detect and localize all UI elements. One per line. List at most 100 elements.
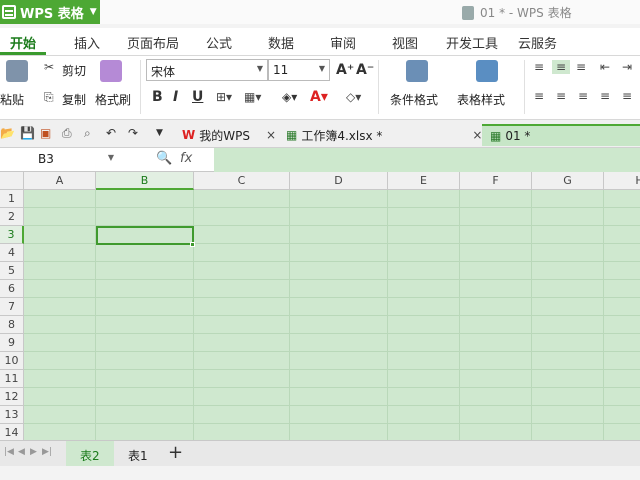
add-sheet-button[interactable]: + <box>168 442 183 463</box>
column-header-c[interactable]: C <box>194 172 290 190</box>
gridline <box>24 351 640 352</box>
cut-button[interactable]: 剪切 <box>62 62 86 79</box>
tab-formulas[interactable]: 公式 <box>206 33 232 52</box>
row-header-5[interactable]: 5 <box>0 262 24 280</box>
font-name-select[interactable]: 宋体 ▼ <box>146 59 268 81</box>
doc-tab-my-wps[interactable]: W 我的WPS × <box>182 124 276 146</box>
print-icon[interactable]: ⎙ <box>62 126 72 141</box>
row-header-1[interactable]: 1 <box>0 190 24 208</box>
save-icon[interactable]: 💾 <box>20 126 35 140</box>
app-name: WPS 表格 <box>20 6 84 22</box>
sheet-tab-bar: |◀ ◀ ▶ ▶| 表2 表1 + <box>0 440 640 467</box>
justify-icon[interactable]: ≡ <box>600 89 610 103</box>
row-header-7[interactable]: 7 <box>0 298 24 316</box>
fill-color-icon[interactable]: ◈▾ <box>282 90 297 104</box>
last-sheet-icon[interactable]: ▶| <box>42 447 52 457</box>
spreadsheet-grid[interactable]: A B C D E F G H 1 2 3 4 5 6 7 8 9 10 11 … <box>0 172 640 440</box>
conditional-format-icon[interactable] <box>406 60 428 82</box>
app-menu-button[interactable]: WPS 表格 ▼ <box>0 0 100 24</box>
indent-decrease-icon[interactable]: ⇤ <box>600 60 610 74</box>
row-header-10[interactable]: 10 <box>0 352 24 370</box>
clear-format-icon[interactable]: ◇▾ <box>346 90 361 104</box>
conditional-format-button[interactable]: 条件格式 <box>390 91 438 108</box>
tab-developer[interactable]: 开发工具 <box>446 33 498 52</box>
align-middle-icon[interactable]: ≡ <box>552 60 571 74</box>
row-header-14[interactable]: 14 <box>0 424 24 440</box>
row-header-3[interactable]: 3 <box>0 226 24 244</box>
customize-qat-icon[interactable]: ▼ <box>156 128 163 138</box>
sheet-tab-active[interactable]: 表2 <box>66 441 114 467</box>
ribbon-divider <box>524 60 525 114</box>
tab-cloud[interactable]: 云服务 <box>518 33 557 52</box>
font-color-icon[interactable]: A▾ <box>310 89 328 105</box>
name-box[interactable]: B3 ▼ <box>0 150 118 170</box>
sheet-tab[interactable]: 表1 <box>114 441 162 467</box>
column-header-h[interactable]: H <box>604 172 640 190</box>
fill-pattern-icon[interactable]: ▦▾ <box>244 90 261 104</box>
redo-icon[interactable]: ↷ <box>128 126 138 140</box>
indent-increase-icon[interactable]: ⇥ <box>622 60 632 74</box>
open-folder-icon[interactable]: 📂 <box>0 126 15 140</box>
column-header-e[interactable]: E <box>388 172 460 190</box>
format-painter-icon[interactable] <box>100 60 122 82</box>
tab-data[interactable]: 数据 <box>268 33 294 52</box>
grow-font-icon[interactable]: A⁺ <box>336 62 354 78</box>
row-header-4[interactable]: 4 <box>0 244 24 262</box>
shrink-font-icon[interactable]: A⁻ <box>356 62 374 78</box>
column-header-d[interactable]: D <box>290 172 388 190</box>
fill-handle[interactable] <box>190 242 195 247</box>
align-top-icon[interactable]: ≡ <box>534 60 544 74</box>
selected-cell[interactable] <box>96 226 194 245</box>
row-header-2[interactable]: 2 <box>0 208 24 226</box>
row-header-6[interactable]: 6 <box>0 280 24 298</box>
row-header-8[interactable]: 8 <box>0 316 24 334</box>
column-header-f[interactable]: F <box>460 172 532 190</box>
format-painter-button[interactable]: 格式刷 <box>95 91 131 108</box>
copy-button[interactable]: 复制 <box>62 91 86 108</box>
column-header-b[interactable]: B <box>96 172 194 190</box>
table-style-icon[interactable] <box>476 60 498 82</box>
tab-view[interactable]: 视图 <box>392 33 418 52</box>
print-preview-icon[interactable]: ⌕ <box>84 126 91 141</box>
tab-page-layout[interactable]: 页面布局 <box>127 33 179 52</box>
tab-review[interactable]: 审阅 <box>330 33 356 52</box>
tab-home[interactable]: 开始 <box>10 33 36 52</box>
table-style-button[interactable]: 表格样式 <box>457 91 505 108</box>
first-sheet-icon[interactable]: |◀ <box>4 447 14 457</box>
italic-button[interactable]: I <box>173 89 178 105</box>
row-header-12[interactable]: 12 <box>0 388 24 406</box>
column-header-g[interactable]: G <box>532 172 604 190</box>
export-pdf-icon[interactable]: ▣ <box>40 126 51 140</box>
underline-button[interactable]: U <box>192 89 203 105</box>
font-name-value: 宋体 <box>151 65 176 79</box>
select-all-corner[interactable] <box>0 172 24 190</box>
align-right-icon[interactable]: ≡ <box>578 89 588 103</box>
undo-icon[interactable]: ↶ <box>106 126 116 140</box>
next-sheet-icon[interactable]: ▶ <box>30 447 37 457</box>
close-icon[interactable]: × <box>266 128 276 142</box>
doc-tab-workbook4[interactable]: ▦ 工作簿4.xlsx * × <box>286 124 482 146</box>
row-header-11[interactable]: 11 <box>0 370 24 388</box>
paste-icon[interactable] <box>6 60 28 82</box>
prev-sheet-icon[interactable]: ◀ <box>18 447 25 457</box>
align-center-icon[interactable]: ≡ <box>556 89 566 103</box>
gridline <box>387 190 388 440</box>
bold-button[interactable]: B <box>152 89 163 105</box>
tab-insert[interactable]: 插入 <box>74 33 100 52</box>
borders-icon[interactable]: ⊞▾ <box>216 90 232 104</box>
formula-input[interactable] <box>214 148 640 172</box>
name-box-value: B3 <box>38 152 54 166</box>
zoom-icon[interactable]: 🔍 <box>156 151 172 166</box>
close-icon[interactable]: × <box>472 128 482 142</box>
font-size-select[interactable]: 11 ▼ <box>268 59 330 81</box>
insert-function-icon[interactable]: fx <box>180 151 192 166</box>
align-bottom-icon[interactable]: ≡ <box>576 60 586 74</box>
column-header-a[interactable]: A <box>24 172 96 190</box>
row-header-9[interactable]: 9 <box>0 334 24 352</box>
paste-button[interactable]: 粘贴 <box>0 91 24 108</box>
distribute-icon[interactable]: ≡ <box>622 89 632 103</box>
align-left-icon[interactable]: ≡ <box>534 89 544 103</box>
chevron-down-icon: ▼ <box>318 64 325 73</box>
row-header-13[interactable]: 13 <box>0 406 24 424</box>
doc-tab-01-active[interactable]: ▦ 01 * <box>482 124 640 146</box>
